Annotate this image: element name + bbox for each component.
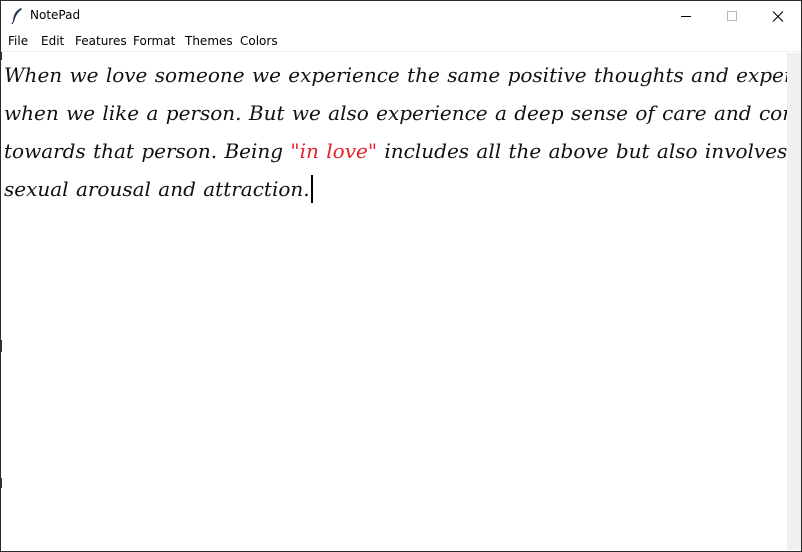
editor-line-2: when we like a person. But we also exper… bbox=[4, 101, 787, 125]
minimize-button[interactable] bbox=[663, 1, 709, 31]
window-edge-mark bbox=[0, 52, 2, 60]
maximize-button[interactable] bbox=[709, 1, 755, 31]
menu-divider bbox=[1, 51, 801, 52]
editor-line-4-text: sexual arousal and attraction. bbox=[4, 177, 310, 201]
vertical-scrollbar[interactable] bbox=[787, 53, 801, 550]
minimize-icon bbox=[681, 16, 691, 17]
editor-line-3: towards that person. Being "in love" inc… bbox=[4, 132, 787, 170]
highlighted-phrase: "in love" bbox=[290, 139, 378, 163]
menu-themes[interactable]: Themes bbox=[185, 34, 233, 48]
editor-line-3-start: towards that person. Being bbox=[4, 139, 291, 163]
notepad-window: NotePad File Edit Features Format Themes… bbox=[0, 0, 802, 552]
close-icon bbox=[772, 11, 784, 22]
menu-file[interactable]: File bbox=[8, 34, 28, 48]
editor-content[interactable]: When we love someone we experience the s… bbox=[4, 56, 787, 208]
menu-colors[interactable]: Colors bbox=[240, 34, 278, 48]
close-button[interactable] bbox=[755, 1, 801, 31]
window-title: NotePad bbox=[30, 8, 81, 22]
window-edge-mark bbox=[0, 340, 2, 352]
editor-line-3-end: includes all the above but also involves… bbox=[384, 139, 787, 163]
editor-line-4: sexual arousal and attraction. bbox=[4, 170, 780, 208]
menu-edit[interactable]: Edit bbox=[41, 34, 64, 48]
text-cursor bbox=[310, 175, 313, 203]
text-editor-area[interactable]: When we love someone we experience the s… bbox=[1, 53, 787, 550]
menu-bar: File Edit Features Format Themes Colors bbox=[1, 32, 801, 51]
menu-features[interactable]: Features bbox=[75, 34, 127, 48]
maximize-icon bbox=[727, 11, 737, 21]
editor-line-1: When we love someone we experience the s… bbox=[4, 63, 787, 87]
title-bar[interactable]: NotePad bbox=[1, 1, 801, 31]
feather-pen-icon bbox=[10, 7, 24, 25]
menu-format[interactable]: Format bbox=[133, 34, 175, 48]
window-edge-mark bbox=[0, 478, 2, 488]
